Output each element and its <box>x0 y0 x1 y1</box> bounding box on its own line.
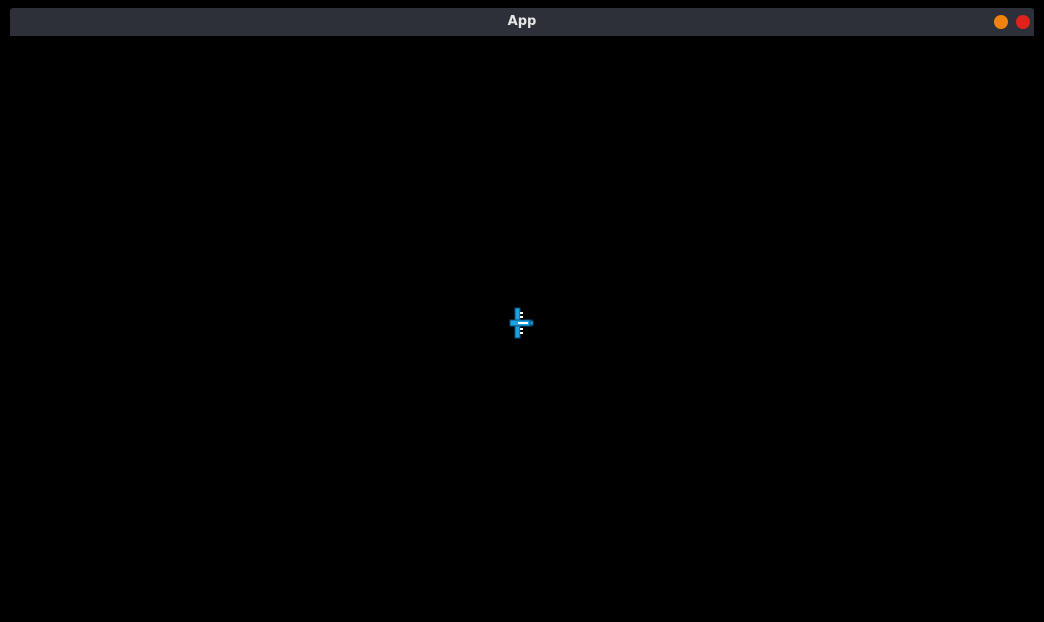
app-window: App <box>10 8 1034 622</box>
ship-light-1 <box>520 312 523 314</box>
ship-light-2 <box>520 316 523 318</box>
player-ship-icon <box>509 307 534 339</box>
ship-nose <box>529 320 534 326</box>
ship-light-4 <box>520 332 523 334</box>
close-button[interactable] <box>1016 15 1030 29</box>
ship-light-3 <box>520 328 523 330</box>
ship-wing-top <box>514 307 521 322</box>
ship-wing-bottom <box>514 324 521 339</box>
game-canvas[interactable] <box>10 36 1034 622</box>
title-bar[interactable]: App <box>10 8 1034 36</box>
window-title: App <box>507 14 537 29</box>
minimize-button[interactable] <box>994 15 1008 29</box>
ship-cockpit <box>518 322 528 324</box>
